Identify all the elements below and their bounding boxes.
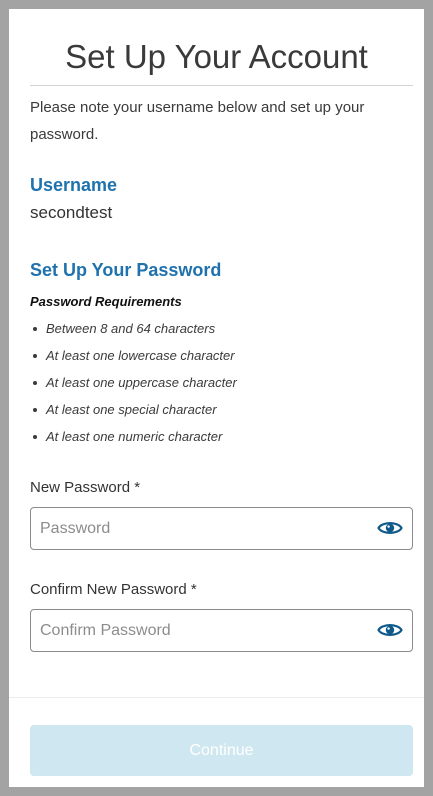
confirm-password-label: Confirm New Password * [30,581,197,598]
new-password-field [30,507,413,550]
confirm-password-field [30,609,413,652]
requirement-special: At least one special character [30,396,237,423]
username-value: secondtest [30,203,113,222]
password-heading: Set Up Your Password [30,260,222,280]
footer-divider [9,697,424,698]
eye-icon[interactable] [377,620,403,640]
continue-button[interactable]: Continue [30,725,413,776]
requirement-uppercase: At least one uppercase character [30,369,237,396]
username-heading: Username [30,175,118,195]
requirements-list: Between 8 and 64 characters At least one… [30,315,237,450]
new-password-input[interactable] [40,508,360,549]
confirm-password-input[interactable] [40,610,360,651]
new-password-label: New Password * [30,479,141,496]
requirement-lowercase: At least one lowercase character [30,342,237,369]
title-divider [30,85,413,86]
requirement-length: Between 8 and 64 characters [30,315,237,342]
setup-account-card: Set Up Your Account Please note your use… [9,9,424,787]
requirement-numeric: At least one numeric character [30,423,237,450]
requirements-title: Password Requirements [30,294,182,309]
intro-text: Please note your username below and set … [30,99,365,143]
page-title: Set Up Your Account [65,38,368,75]
eye-icon[interactable] [377,518,403,538]
